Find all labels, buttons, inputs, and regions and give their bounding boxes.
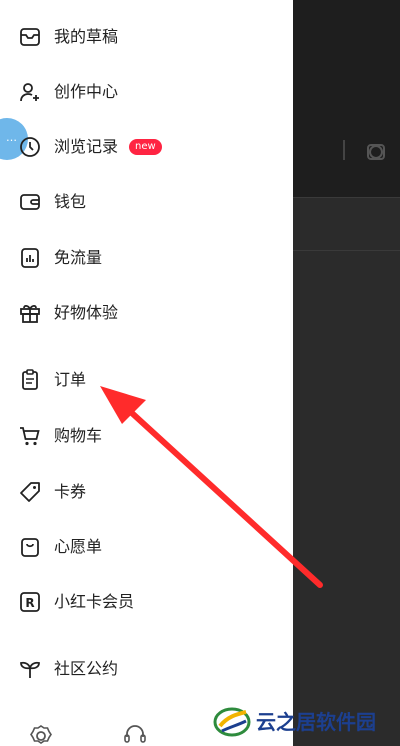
divider [293,250,400,251]
divider [293,197,400,198]
data-free-icon [21,248,39,268]
menu-item-history[interactable]: 浏览记录 new [0,125,293,169]
menu-item-drafts[interactable]: 我的草稿 [0,15,293,59]
dimmed-app-overlay[interactable] [293,0,400,746]
menu-item-label: 我的草稿 [54,27,119,46]
dimmed-header [293,0,400,197]
menu-item-label: 浏览记录 [54,137,119,156]
watermark-logo [213,707,251,737]
watermark: 云之居软件园 [212,700,400,740]
menu-item-label: 好物体验 [54,303,119,322]
menu-item-label: 社区公约 [54,659,119,678]
menu-item-orders[interactable]: 订单 [0,358,293,402]
svg-text:R: R [25,596,34,610]
side-drawer: … 我的草稿 创作中心 浏览记录 new 钱包 免流量 好物体验 订单 购物车 … [0,0,293,746]
sprout-icon [20,661,40,678]
menu-item-label: 心愿单 [54,537,103,556]
wallet-icon [20,194,40,210]
menu-item-label: 免流量 [54,248,103,267]
menu-item-membership[interactable]: R 小红卡会员 [0,580,293,624]
menu-item-label: 创作中心 [54,82,119,101]
divider [343,140,345,160]
menu-item-label: 小红卡会员 [54,592,135,611]
menu-item-data-free[interactable]: 免流量 [0,236,293,280]
new-badge: new [129,139,162,155]
menu-item-label: 卡券 [54,482,87,501]
coupon-tag-icon [20,482,40,502]
menu-item-wishlist[interactable]: 心愿单 [0,525,293,569]
order-clipboard-icon [22,369,38,390]
membership-card-icon: R [20,592,40,612]
menu-item-cart[interactable]: 购物车 [0,414,293,458]
menu-item-creator-center[interactable]: 创作中心 [0,70,293,114]
shopping-cart-icon [20,427,40,446]
menu-item-product-trial[interactable]: 好物体验 [0,291,293,335]
camera-icon [367,144,385,160]
menu-item-wallet[interactable]: 钱包 [0,180,293,224]
menu-item-label: 订单 [54,370,87,389]
creator-center-icon [20,83,39,102]
history-clock-icon [20,137,40,157]
menu-item-label: 购物车 [54,426,103,445]
menu-item-coupons[interactable]: 卡券 [0,470,293,514]
gift-icon [20,304,40,323]
settings-gear-icon[interactable] [28,722,54,746]
drafts-icon [20,28,40,46]
wishlist-icon [21,538,39,557]
watermark-text: 云之居软件园 [256,710,376,734]
menu-item-community-guidelines[interactable]: 社区公约 [0,647,293,691]
menu-item-label: 钱包 [54,192,87,211]
customer-service-headset-icon[interactable] [122,722,148,746]
